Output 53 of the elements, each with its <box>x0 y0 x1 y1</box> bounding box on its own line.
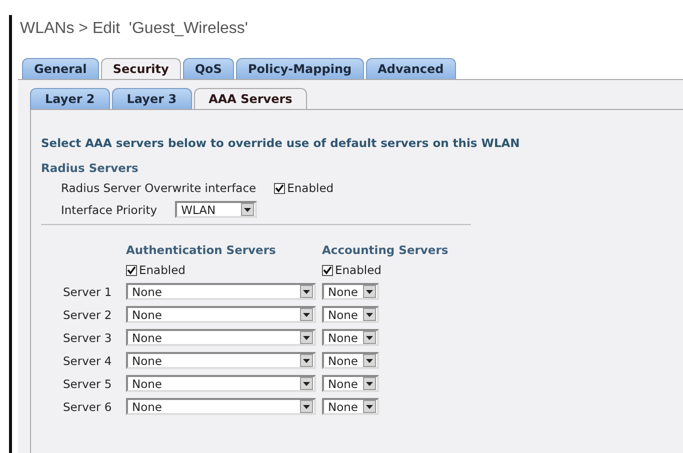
checkbox[interactable] <box>274 182 286 194</box>
section-heading: Radius Servers <box>41 161 140 175</box>
dropdown-field[interactable]: None <box>322 352 379 369</box>
caret-icon <box>300 308 313 321</box>
checkbox[interactable] <box>126 264 137 276</box>
tab[interactable]: Policy-Mapping <box>236 58 364 79</box>
dropdown-field[interactable]: None <box>126 329 316 346</box>
caret-icon <box>300 331 313 344</box>
server-label: Server 4 <box>62 354 112 368</box>
server-label: Server 6 <box>62 400 112 414</box>
caret-icon <box>300 354 313 367</box>
dropdown-field[interactable]: None <box>126 306 316 323</box>
checkbox[interactable] <box>322 264 333 276</box>
dropdown-field[interactable]: None <box>126 398 316 415</box>
caret-icon <box>363 308 376 321</box>
dropdown-field[interactable]: None <box>126 283 316 300</box>
dropdown-field[interactable]: None <box>322 283 379 300</box>
dropdown-field[interactable]: WLAN <box>175 201 258 218</box>
field-label: Interface Priority <box>61 202 158 216</box>
tab[interactable]: General <box>22 58 99 79</box>
tab[interactable]: Layer 2 <box>30 88 110 109</box>
caret-icon <box>363 331 376 344</box>
tab[interactable]: Advanced <box>366 58 456 79</box>
server-label: Server 2 <box>62 308 112 322</box>
caret-icon <box>363 354 376 367</box>
tab[interactable]: QoS <box>182 58 234 79</box>
server-label: Server 5 <box>62 376 112 390</box>
column-heading: Accounting Servers <box>322 243 448 257</box>
checkbox-label: Enabled <box>139 263 186 277</box>
column-heading: Authentication Servers <box>126 243 276 257</box>
tab[interactable]: Security <box>100 58 181 79</box>
dropdown-field[interactable]: None <box>126 352 316 369</box>
caret-icon <box>300 400 313 413</box>
dropdown-field[interactable]: None <box>322 398 379 415</box>
tab[interactable]: Layer 3 <box>112 88 192 109</box>
dropdown-field[interactable]: None <box>322 329 379 346</box>
checkbox-label: Enabled <box>335 263 382 277</box>
caret-icon <box>241 203 254 216</box>
instruction-text: Select AAA servers below to override use of default servers on this WLAN <box>41 136 521 150</box>
caret-icon <box>363 285 376 298</box>
dropdown-field[interactable]: None <box>322 306 379 323</box>
server-label: Server 1 <box>62 284 112 298</box>
dropdown-field[interactable]: None <box>126 375 316 392</box>
caret-icon <box>300 377 313 390</box>
caret-icon <box>363 400 376 413</box>
dropdown-field[interactable]: None <box>322 375 379 392</box>
field-label: Radius Server Overwrite interface <box>61 181 256 195</box>
caret-icon <box>300 285 313 298</box>
checkbox-label: Enabled <box>287 181 334 195</box>
caret-icon <box>363 377 376 390</box>
page-title: WLANs > Edit 'Guest_Wireless' <box>20 20 249 38</box>
server-label: Server 3 <box>62 330 112 344</box>
tab[interactable]: AAA Servers <box>194 88 308 109</box>
